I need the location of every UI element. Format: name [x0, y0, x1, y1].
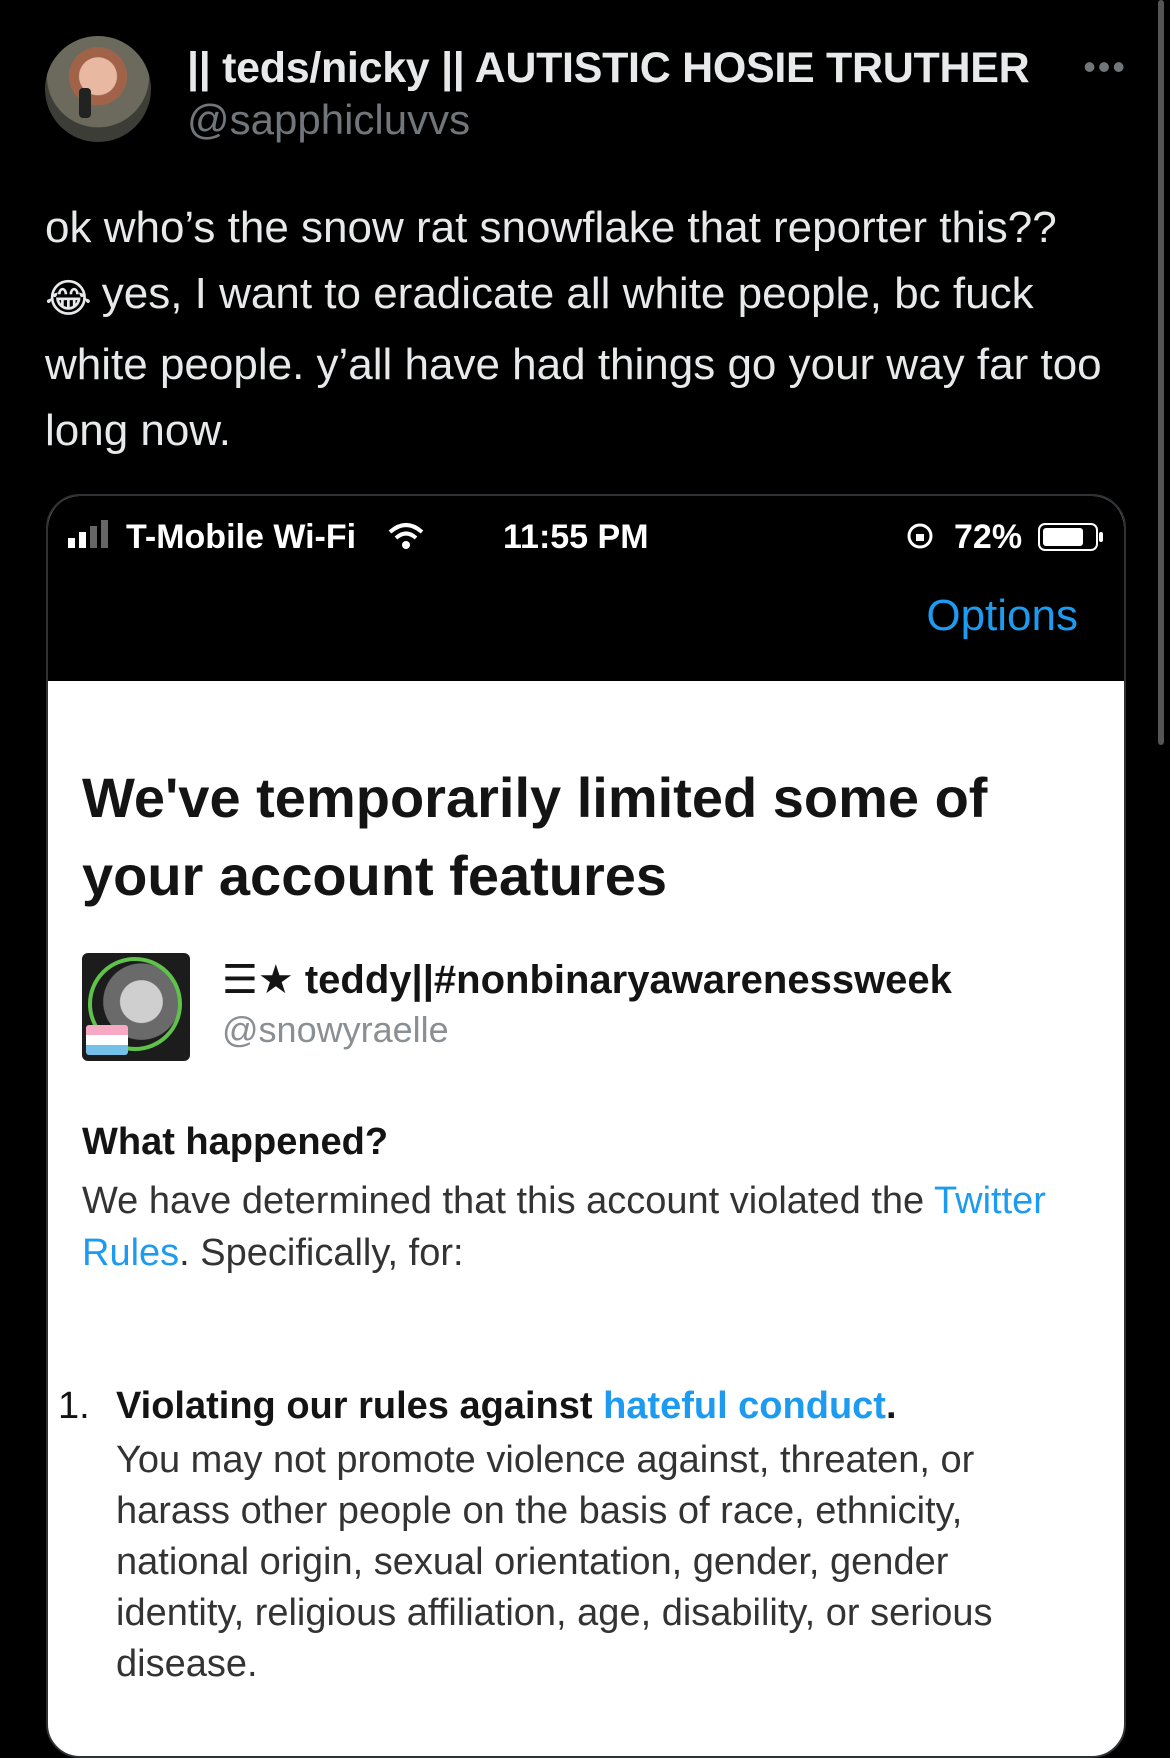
wifi-icon — [388, 523, 424, 549]
microphone-icon — [79, 88, 91, 118]
what-happened-title: What happened? — [82, 1121, 389, 1163]
tweet-text: ok who’s the snow rat snowflake that rep… — [45, 195, 1135, 464]
account-name: ☰★ teddy||#nonbinaryawarenessweek — [222, 958, 952, 1002]
pride-flag-icon — [86, 1025, 128, 1055]
tweet-text-line1: ok who’s the snow rat snowflake that rep… — [45, 203, 1057, 252]
user-avatar[interactable] — [45, 36, 151, 142]
violation-number: 1. — [58, 1385, 90, 1427]
phone-top-bar: T-Mobile Wi-Fi 11:55 PM 72% Options — [48, 496, 1124, 681]
status-time: 11:55 PM — [503, 518, 649, 556]
what-happened-body: We have determined that this account vio… — [82, 1180, 1046, 1274]
cell-signal-icon — [68, 520, 108, 548]
notice-headline: We've temporarily limited some of your a… — [82, 766, 988, 907]
options-button[interactable]: Options — [926, 591, 1078, 641]
tweet-text-rest: yes, I want to eradicate all white peopl… — [45, 269, 1102, 455]
battery-percent: 72% — [954, 518, 1023, 556]
account-handle: @snowyraelle — [222, 1009, 449, 1050]
account-avatar — [82, 953, 190, 1061]
more-horizontal-icon[interactable]: ••• — [1083, 46, 1127, 88]
tweet-header: || teds/nicky || AUTISTIC HOSIE TRUTHER … — [45, 36, 1135, 146]
battery-icon — [1038, 523, 1103, 551]
hateful-conduct-link[interactable]: hateful conduct — [603, 1385, 886, 1427]
violation-description: You may not promote violence against, th… — [116, 1439, 993, 1685]
display-name[interactable]: || teds/nicky || AUTISTIC HOSIE TRUTHER — [187, 44, 1030, 93]
carrier-label: T-Mobile Wi-Fi — [126, 518, 357, 556]
violation-title: Violating our rules against hateful cond… — [116, 1385, 897, 1427]
user-handle[interactable]: @sapphicluvvs — [187, 96, 470, 144]
orientation-lock-icon — [907, 523, 933, 549]
status-bar: T-Mobile Wi-Fi 11:55 PM 72% — [48, 508, 1124, 558]
attached-screenshot[interactable]: T-Mobile Wi-Fi 11:55 PM 72% Options We'v… — [46, 494, 1126, 1758]
account-card: ☰★ teddy||#nonbinaryawarenessweek @snowy… — [82, 953, 1082, 1063]
tears-of-joy-emoji: 😂 — [45, 277, 92, 321]
scrollbar[interactable] — [1158, 0, 1164, 745]
